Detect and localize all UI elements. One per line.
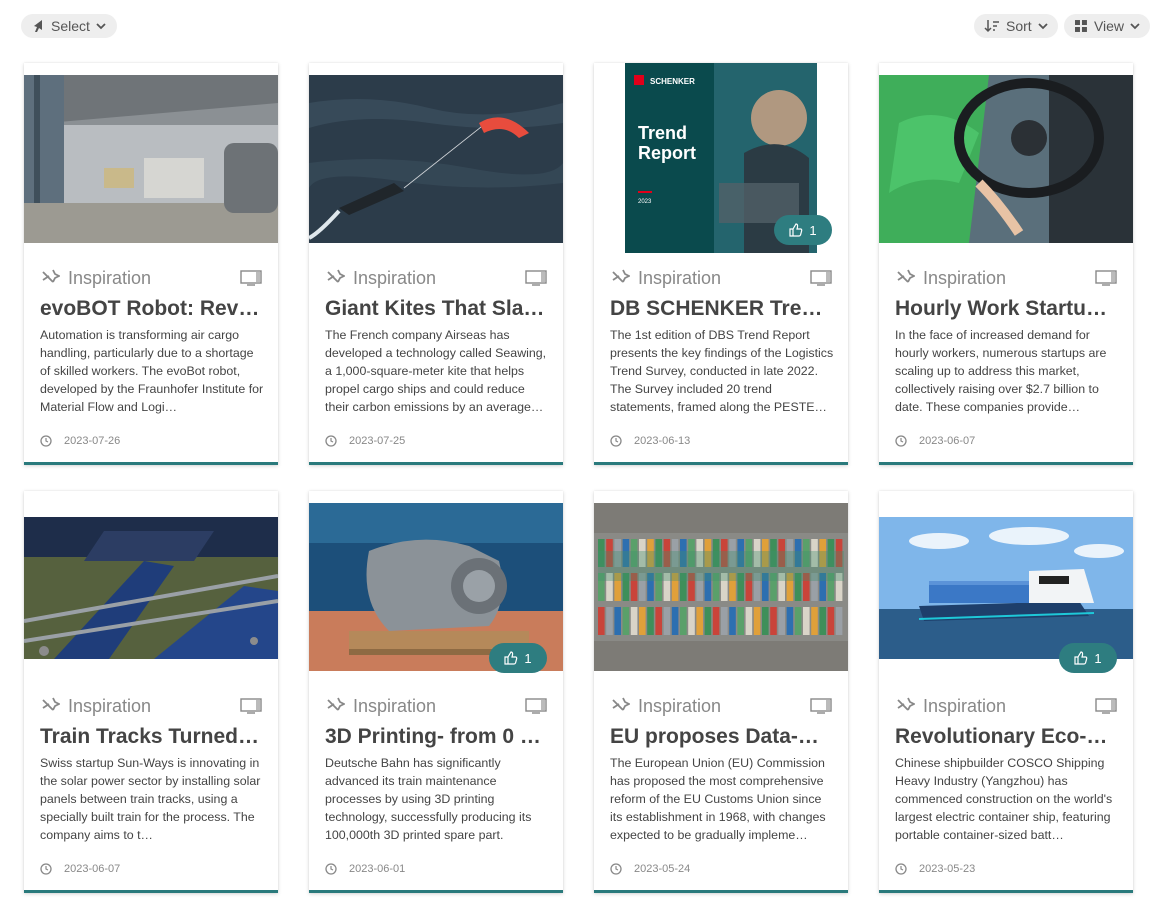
chevron-down-icon xyxy=(1130,23,1140,30)
clock-icon xyxy=(895,863,907,875)
clock-icon xyxy=(895,435,907,447)
view-button[interactable]: View xyxy=(1064,14,1150,38)
inspiration-icon xyxy=(897,269,915,283)
chevron-down-icon xyxy=(96,23,106,30)
card-date: 2023-06-07 xyxy=(919,435,976,447)
thumbs-up-icon xyxy=(504,651,518,665)
screen-icon[interactable] xyxy=(240,269,262,287)
card-date: 2023-05-24 xyxy=(634,863,691,875)
like-button[interactable]: 1 xyxy=(774,215,832,245)
grid-view-icon xyxy=(1074,20,1087,32)
clock-icon xyxy=(610,863,622,875)
card-date: 2023-06-07 xyxy=(64,863,121,875)
toolbar: Select Sort View xyxy=(0,0,1161,52)
screen-icon[interactable] xyxy=(525,697,547,715)
article-card[interactable]: 1 Inspiration 3D Printing- from 0 t… Deu… xyxy=(309,491,563,893)
card-description: Automation is transforming air cargo han… xyxy=(40,328,264,414)
view-label: View xyxy=(1093,18,1125,34)
screen-icon[interactable] xyxy=(1095,697,1117,715)
like-button[interactable]: 1 xyxy=(1059,643,1117,673)
inspiration-icon xyxy=(897,697,915,711)
card-image xyxy=(24,491,278,681)
screen-icon[interactable] xyxy=(810,269,832,287)
card-image xyxy=(594,491,848,681)
article-card[interactable]: SCHENKER Trend Report 2023 1 Inspiration DB… xyxy=(594,63,848,465)
select-button[interactable]: Select xyxy=(21,14,117,38)
card-description: Deutsche Bahn has significantly advanced… xyxy=(325,756,532,842)
card-title[interactable]: evoBOT Robot: Revol… xyxy=(40,297,262,321)
card-title[interactable]: Revolutionary Eco-Fr… xyxy=(895,725,1117,749)
like-count: 1 xyxy=(524,650,532,666)
like-count: 1 xyxy=(809,222,817,238)
inspiration-icon xyxy=(327,269,345,283)
card-description: The European Union (EU) Commission has p… xyxy=(610,756,826,842)
category-label: Inspiration xyxy=(638,695,722,716)
card-grid: Inspiration evoBOT Robot: Revol… Automat… xyxy=(24,63,1136,903)
category-label: Inspiration xyxy=(68,695,152,716)
clock-icon xyxy=(325,863,337,875)
article-card[interactable]: Inspiration evoBOT Robot: Revol… Automat… xyxy=(24,63,278,465)
card-date: 2023-07-25 xyxy=(349,435,406,447)
screen-icon[interactable] xyxy=(1095,269,1117,287)
thumbs-up-icon xyxy=(789,223,803,237)
card-image xyxy=(879,63,1133,253)
screen-icon[interactable] xyxy=(525,269,547,287)
card-description: The 1st edition of DBS Trend Report pres… xyxy=(610,328,834,414)
screen-icon[interactable] xyxy=(240,697,262,715)
category-label: Inspiration xyxy=(638,267,722,288)
card-title[interactable]: 3D Printing- from 0 t… xyxy=(325,725,547,749)
card-title[interactable]: DB SCHENKER Trend … xyxy=(610,297,832,321)
card-date: 2023-07-26 xyxy=(64,435,121,447)
article-card[interactable]: Inspiration EU proposes Data-Ce… The Eur… xyxy=(594,491,848,893)
card-title[interactable]: Giant Kites That Slas… xyxy=(325,297,547,321)
inspiration-icon xyxy=(42,697,60,711)
article-card[interactable]: Inspiration Train Tracks Turned … Swiss … xyxy=(24,491,278,893)
thumb-line1: Trend xyxy=(638,123,687,143)
thumb-line2: Report xyxy=(638,143,696,163)
pointer-icon xyxy=(34,20,42,32)
sort-button[interactable]: Sort xyxy=(974,14,1058,38)
card-title[interactable]: EU proposes Data-Ce… xyxy=(610,725,832,749)
thumb-year: 2023 xyxy=(638,199,652,205)
clock-icon xyxy=(40,863,52,875)
chevron-down-icon xyxy=(1038,23,1048,30)
card-description: The French company Airseas has developed… xyxy=(325,328,547,414)
category-label: Inspiration xyxy=(353,267,437,288)
card-description: Swiss startup Sun-Ways is innovating in … xyxy=(40,756,261,842)
sort-label: Sort xyxy=(1006,18,1032,34)
card-title[interactable]: Hourly Work Startup… xyxy=(895,297,1117,321)
clock-icon xyxy=(325,435,337,447)
article-card[interactable]: Inspiration Giant Kites That Slas… The F… xyxy=(309,63,563,465)
article-card[interactable]: Inspiration Hourly Work Startup… In the … xyxy=(879,63,1133,465)
category-label: Inspiration xyxy=(68,267,152,288)
thumb-brand: SCHENKER xyxy=(650,77,695,86)
select-label: Select xyxy=(51,18,90,34)
card-date: 2023-05-23 xyxy=(919,863,976,875)
inspiration-icon xyxy=(42,269,60,283)
clock-icon xyxy=(610,435,622,447)
category-label: Inspiration xyxy=(923,695,1007,716)
card-image xyxy=(309,63,563,253)
category-label: Inspiration xyxy=(353,695,437,716)
clock-icon xyxy=(40,435,52,447)
inspiration-icon xyxy=(327,697,345,711)
like-button[interactable]: 1 xyxy=(489,643,547,673)
card-date: 2023-06-13 xyxy=(634,435,691,447)
sort-icon xyxy=(984,20,999,33)
article-card[interactable]: 1 Inspiration Revolutionary Eco-Fr… Chin… xyxy=(879,491,1133,893)
card-image xyxy=(24,63,278,253)
thumbs-up-icon xyxy=(1074,651,1088,665)
category-label: Inspiration xyxy=(923,267,1007,288)
inspiration-icon xyxy=(612,697,630,711)
like-count: 1 xyxy=(1094,650,1102,666)
inspiration-icon xyxy=(612,269,630,283)
card-description: Chinese shipbuilder COSCO Shipping Heavy… xyxy=(895,756,1113,842)
card-description: In the face of increased demand for hour… xyxy=(895,328,1107,414)
screen-icon[interactable] xyxy=(810,697,832,715)
card-title[interactable]: Train Tracks Turned … xyxy=(40,725,262,749)
card-date: 2023-06-01 xyxy=(349,863,406,875)
